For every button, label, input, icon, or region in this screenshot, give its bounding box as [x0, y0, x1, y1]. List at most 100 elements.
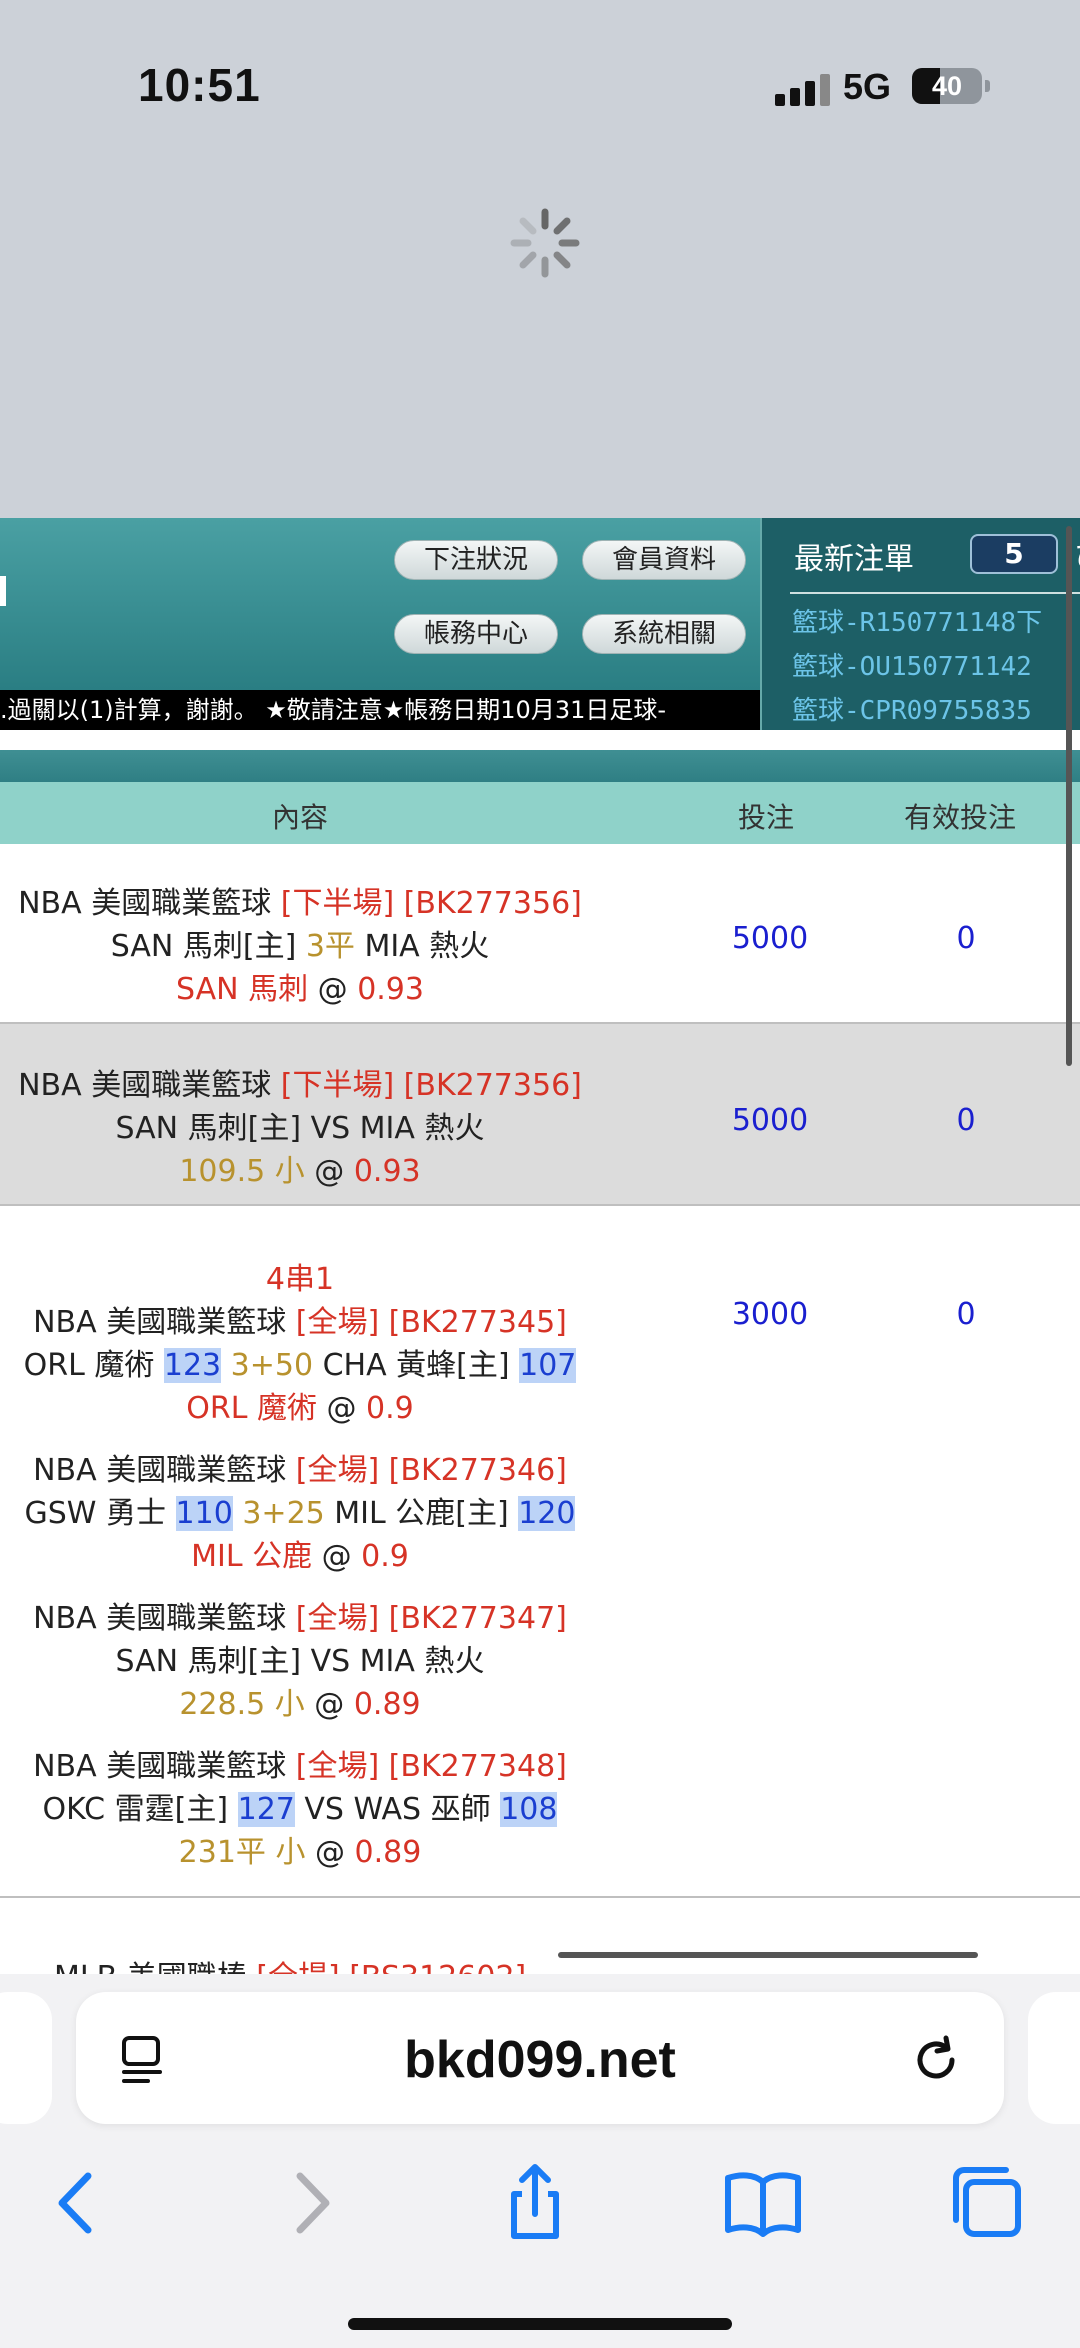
score: 123	[163, 1348, 222, 1383]
bet-detail-line: ORL 魔術 123 3+50 CHA 黃蜂[主] 107	[0, 1340, 600, 1384]
bet-detail-line: 4串1	[0, 1254, 600, 1298]
text-segment: SAN 馬刺	[176, 972, 309, 1007]
bet-detail-line: NBA 美國職業籃球 [全場] [BK277346]	[0, 1445, 600, 1489]
text-segment: NBA 美國職業籃球	[33, 1453, 296, 1488]
text-segment: @	[305, 1835, 355, 1870]
bet-amount: 3000	[731, 1297, 809, 1332]
bet-detail-line: 228.5 小 @ 0.89	[0, 1679, 600, 1723]
text-segment: CHA 黃蜂[主]	[313, 1348, 520, 1383]
vertical-scrollbar[interactable]	[1066, 526, 1072, 1066]
text-segment: MLB 美國職棒	[54, 1960, 256, 1974]
text-segment: MIL 公鹿	[191, 1539, 313, 1574]
bet-detail-line: ORL 魔術 @ 0.9	[0, 1383, 600, 1427]
bet-detail-line: SAN 馬刺 @ 0.93	[0, 964, 600, 1008]
horizontal-scrollbar[interactable]	[558, 1952, 978, 1958]
section-band	[0, 750, 1080, 782]
text-segment: OKC 雷霆[主]	[42, 1792, 238, 1827]
browser-toolbar: bkd099.net	[0, 1974, 1080, 2348]
text-segment: VS WAS 巫師	[294, 1792, 501, 1827]
text-segment: [全場] [BK277348]	[295, 1749, 567, 1784]
text-segment: 0.93	[357, 972, 424, 1007]
text-segment: SAN 馬刺[主] VS MIA 熱火	[115, 1111, 485, 1146]
text-segment: @	[308, 972, 358, 1007]
system-button[interactable]: 系統相關	[582, 614, 746, 654]
next-tab[interactable]	[1028, 1992, 1080, 2124]
score: 108	[500, 1792, 558, 1827]
bet-detail-line: SAN 馬刺[主] 3平 MIA 熱火	[0, 921, 600, 965]
tabs-icon[interactable]	[944, 2158, 1034, 2248]
text-segment: NBA 美國職業籃球	[33, 1749, 296, 1784]
text-segment: MIL 公鹿[主]	[324, 1496, 519, 1531]
recent-order-item[interactable]: 籃球-CPR09755835	[792, 690, 1032, 727]
column-content: 內容	[272, 801, 329, 834]
text-segment: @	[304, 1154, 354, 1189]
member-info-button[interactable]: 會員資料	[582, 540, 746, 580]
table-row[interactable]: NBA 美國職業籃球 [下半場] [BK277356] SAN 馬刺[主] VS …	[0, 1024, 1080, 1206]
home-indicator	[348, 2318, 732, 2330]
account-center-button[interactable]: 帳務中心	[394, 614, 558, 654]
battery-icon: 40	[912, 68, 990, 104]
text-segment: [全場] [BK277346]	[295, 1453, 567, 1488]
bet-detail-line: GSW 勇士 110 3+25 MIL 公鹿[主] 120	[0, 1488, 600, 1532]
text-segment: @	[304, 1687, 354, 1722]
bet-detail-line: NBA 美國職業籃球 [全場] [BK277345]	[0, 1297, 600, 1341]
bet-detail-line: 109.5 小 @ 0.93	[0, 1146, 600, 1190]
url-text: bkd099.net	[404, 2031, 676, 2089]
recent-orders-panel: 最新注單 5 ひ 籃球-R150771148下 籃球-OU150771142 籃…	[760, 518, 1080, 730]
cellular-signal-icon	[775, 74, 831, 106]
valid-bet-amount: 0	[956, 1103, 976, 1138]
score: 107	[519, 1348, 577, 1383]
news-ticker: .過關以(1)計算，謝謝。 ★敬請注意★帳務日期10月31日足球-	[0, 690, 760, 730]
share-icon[interactable]	[490, 2158, 580, 2248]
text-segment: [下半場] [BK277356]	[280, 886, 582, 921]
network-type: 5G	[843, 66, 892, 107]
partial-row: MLB 美國職棒 [全場] [BS312602]	[54, 1952, 526, 1974]
status-bar: 10:51 5G 40	[0, 0, 1080, 160]
text-segment: 3平	[305, 929, 355, 964]
bet-amount: 5000	[731, 1103, 809, 1138]
table-row[interactable]: 4串1 NBA 美國職業籃球 [全場] [BK277345] ORL 魔術 123 …	[0, 1206, 1080, 1898]
text-segment: 0.93	[353, 1154, 421, 1189]
text-segment: 3+25	[232, 1496, 325, 1531]
text-segment: [全場] [BK277347]	[295, 1601, 567, 1636]
text-segment: @	[312, 1539, 362, 1574]
forward-icon[interactable]	[266, 2158, 356, 2248]
previous-tab[interactable]	[0, 1992, 52, 2124]
recent-order-item[interactable]: 籃球-OU150771142	[792, 646, 1032, 683]
refresh-orders-icon[interactable]: ひ	[1074, 532, 1080, 576]
back-icon[interactable]	[32, 2158, 122, 2248]
text-segment: [全場] [BK277345]	[295, 1305, 567, 1340]
bookmarks-icon[interactable]	[718, 2158, 808, 2248]
text-segment: SAN 馬刺[主] VS MIA 熱火	[115, 1644, 485, 1679]
recent-order-item[interactable]: 籃球-R150771148下	[792, 602, 1042, 639]
address-bar[interactable]: bkd099.net	[76, 1992, 1004, 2124]
status-time: 10:51	[138, 59, 261, 111]
reload-icon[interactable]	[906, 2030, 966, 2090]
web-page: 下注狀況 會員資料 帳務中心 系統相關 .過關以(1)計算，謝謝。 ★敬請注意★…	[0, 518, 1080, 1974]
bet-detail-line: OKC 雷霆[主] 127 VS WAS 巫師 108	[0, 1784, 600, 1828]
text-segment: NBA 美國職業籃球	[33, 1601, 296, 1636]
text-segment: [下半場] [BK277356]	[280, 1068, 582, 1103]
text-segment: NBA 美國職業籃球	[33, 1305, 296, 1340]
bet-detail-line: NBA 美國職業籃球 [全場] [BK277348]	[0, 1741, 600, 1785]
column-bet: 投注	[738, 801, 795, 834]
bet-detail-line: SAN 馬刺[主] VS MIA 熱火	[0, 1103, 600, 1147]
recent-orders-count[interactable]: 5	[970, 534, 1058, 574]
column-valid-bet: 有效投注	[904, 801, 1017, 834]
recent-orders-title: 最新注單	[794, 542, 914, 577]
valid-bet-amount: 0	[956, 1297, 976, 1332]
battery-level: 40	[931, 71, 963, 101]
text-segment: 231平 小	[178, 1835, 306, 1870]
bet-amount: 5000	[731, 921, 809, 956]
text-segment: 228.5 小	[179, 1687, 305, 1722]
text-segment: [全場] [BS312602]	[256, 1960, 526, 1974]
score: 127	[237, 1792, 295, 1827]
text-segment: MIA 熱火	[354, 929, 490, 964]
bet-status-button[interactable]: 下注狀況	[394, 540, 558, 580]
text-segment: ORL 魔術	[23, 1348, 164, 1383]
table-row[interactable]: NBA 美國職業籃球 [下半場] [BK277356] SAN 馬刺[主] 3平 …	[0, 844, 1080, 1024]
text-segment: 3+50	[221, 1348, 314, 1383]
text-segment: NBA 美國職業籃球	[18, 1068, 281, 1103]
bet-detail-line: 231平 小 @ 0.89	[0, 1827, 600, 1871]
text-segment: GSW 勇士	[24, 1496, 176, 1531]
